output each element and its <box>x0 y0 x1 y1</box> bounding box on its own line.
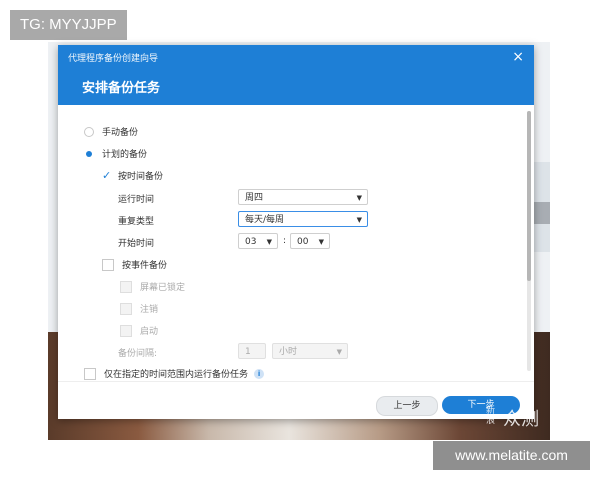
dialog-footer: 上一步 下一步 <box>58 381 534 419</box>
page-title: 安排备份任务 <box>82 81 161 96</box>
backup-wizard-dialog: 代理程序备份创建向导 × 安排备份任务 手动备份 计划的备份 ✓ 按时间备份 运… <box>58 45 534 419</box>
dialog-body: 手动备份 计划的备份 ✓ 按时间备份 运行时间 周四 ▼ 重复类型 每天/每周 … <box>58 105 534 380</box>
chevron-down-icon: ▼ <box>318 238 324 246</box>
run-time-label: 运行时间 <box>118 195 155 205</box>
interval-unit-select: 小时 ▼ <box>272 343 348 359</box>
by-time-label: 按时间备份 <box>118 172 164 182</box>
sina-watermark: 新 浪 <box>486 406 496 426</box>
by-event-option[interactable]: 按事件备份 <box>102 258 167 271</box>
manual-backup-label: 手动备份 <box>102 128 139 138</box>
startup-checkbox <box>120 324 132 337</box>
chevron-down-icon: ▼ <box>356 194 362 202</box>
time-range-label: 仅在指定的时间范围内运行备份任务 <box>104 370 249 380</box>
manual-backup-option[interactable]: 手动备份 <box>84 125 138 138</box>
start-hour-select[interactable]: 03 ▼ <box>238 233 278 249</box>
scrollbar[interactable] <box>527 111 531 371</box>
interval-label: 备份间隔: <box>118 349 158 359</box>
window-title: 代理程序备份创建向导 <box>68 54 159 64</box>
info-icon[interactable]: i <box>254 368 265 379</box>
logout-checkbox <box>120 302 132 315</box>
time-separator: : <box>283 236 287 246</box>
start-hour-value: 03 <box>245 237 257 247</box>
interval-value: 1 <box>245 347 251 357</box>
time-range-option[interactable]: 仅在指定的时间范围内运行备份任务 i <box>84 367 265 380</box>
sina-watermark-logo: 众测 <box>503 409 539 429</box>
scheduled-backup-label: 计划的备份 <box>102 150 148 160</box>
start-minute-value: 00 <box>297 237 309 247</box>
chevron-down-icon: ▼ <box>266 238 272 246</box>
logout-label: 注销 <box>140 305 159 315</box>
run-time-select[interactable]: 周四 ▼ <box>238 189 368 205</box>
start-time-label: 开始时间 <box>118 239 155 249</box>
start-minute-select[interactable]: 00 ▼ <box>290 233 330 249</box>
time-range-checkbox[interactable] <box>84 367 96 380</box>
background-bar <box>532 202 550 224</box>
screen-locked-label: 屏幕已锁定 <box>140 283 186 293</box>
by-time-option[interactable]: ✓ 按时间备份 <box>102 169 163 182</box>
repeat-type-value: 每天/每周 <box>245 215 285 225</box>
by-event-checkbox[interactable] <box>102 258 114 271</box>
interval-input: 1 <box>238 343 266 359</box>
interval-unit-value: 小时 <box>279 347 298 357</box>
close-icon[interactable]: × <box>512 49 524 65</box>
manual-backup-radio[interactable] <box>84 126 94 137</box>
dialog-header: 代理程序备份创建向导 × 安排备份任务 <box>58 45 534 105</box>
checkmark-icon[interactable]: ✓ <box>102 169 112 182</box>
scrollbar-thumb[interactable] <box>527 111 531 281</box>
site-watermark: www.melatite.com <box>433 441 590 470</box>
startup-label: 启动 <box>140 327 159 337</box>
repeat-type-label: 重复类型 <box>118 217 155 227</box>
event-startup: 启动 <box>120 324 158 337</box>
chevron-down-icon: ▼ <box>356 216 362 224</box>
event-screen-locked: 屏幕已锁定 <box>120 280 185 293</box>
tg-watermark: TG: MYYJJPP <box>10 10 127 40</box>
run-time-value: 周四 <box>245 193 264 203</box>
by-event-label: 按事件备份 <box>122 261 168 271</box>
scheduled-backup-option[interactable]: 计划的备份 <box>84 147 147 160</box>
repeat-type-select[interactable]: 每天/每周 ▼ <box>238 211 368 227</box>
chevron-down-icon: ▼ <box>336 348 342 356</box>
scheduled-backup-radio[interactable] <box>84 148 94 159</box>
previous-button[interactable]: 上一步 <box>376 396 438 416</box>
screen-locked-checkbox <box>120 280 132 293</box>
event-logout: 注销 <box>120 302 158 315</box>
